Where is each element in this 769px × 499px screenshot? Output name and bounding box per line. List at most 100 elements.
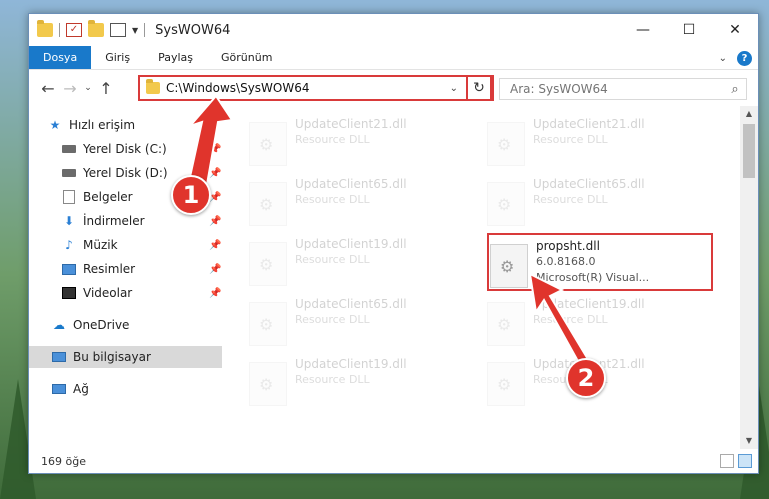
properties-check-icon[interactable]: ✓ (66, 23, 82, 37)
file-name: UpdateClient19.dll (295, 357, 407, 371)
disk-icon (61, 142, 77, 156)
scroll-up-icon[interactable]: ▲ (740, 106, 758, 122)
navigation-pane: ★ Hızlı erişim Yerel Disk (C:) 📌 Yerel D… (29, 106, 225, 449)
forward-button[interactable]: → (59, 79, 81, 98)
details-view-icon[interactable] (720, 454, 734, 468)
dll-file-icon (487, 362, 525, 406)
file-name: UpdateClient19.dll (533, 297, 645, 311)
file-item[interactable]: UpdateClient19.dll Resource DLL (249, 356, 469, 416)
sidebar-item-local-disk-d[interactable]: Yerel Disk (D:) (61, 162, 168, 184)
help-icon[interactable]: ? (737, 50, 752, 66)
minimize-button[interactable]: — (620, 14, 666, 46)
sidebar-item-downloads[interactable]: ⬇ İndirmeler (61, 210, 145, 232)
ribbon-right: ⌄ ? (719, 46, 752, 70)
dll-file-icon (487, 182, 525, 226)
computer-icon (51, 350, 67, 364)
sidebar-item-music[interactable]: ♪ Müzik (61, 234, 118, 256)
up-button[interactable]: ↑ (95, 79, 117, 98)
file-item[interactable]: UpdateClient65.dll Resource DLL (249, 296, 469, 356)
file-name: UpdateClient65.dll (295, 177, 407, 191)
new-folder-icon[interactable] (88, 20, 104, 37)
folder-icon (146, 79, 160, 94)
sidebar-item-label: Müzik (83, 238, 118, 252)
file-description: Resource DLL (295, 313, 370, 326)
file-description: Resource DLL (295, 193, 370, 206)
search-icon[interactable]: ⌕ (724, 82, 746, 97)
sidebar-item-pictures[interactable]: Resimler (61, 258, 135, 280)
documents-icon (61, 190, 77, 204)
file-item[interactable]: UpdateClient65.dll Resource DLL (249, 176, 469, 236)
callout-step-1: 1 (171, 175, 211, 215)
pin-icon[interactable]: 📌 (209, 240, 221, 251)
address-path[interactable]: C:\Windows\SysWOW64 (166, 81, 450, 95)
customize-dropdown-icon[interactable]: ▼ (132, 26, 138, 35)
file-description: Resource DLL (533, 313, 608, 326)
file-item[interactable]: UpdateClient19.dll Resource DLL (487, 296, 707, 356)
pictures-icon (61, 262, 77, 276)
file-item[interactable]: UpdateClient65.dll Resource DLL (487, 176, 707, 236)
sidebar-item-videos[interactable]: Videolar (61, 282, 132, 304)
scroll-down-icon[interactable]: ▼ (740, 433, 758, 449)
file-description: Resource DLL (533, 193, 608, 206)
sidebar-item-onedrive[interactable]: ☁ OneDrive (51, 314, 129, 336)
navigation-bar: ← → ⌄ ↑ C:\Windows\SysWOW64 ⌄ ↻ ⌕ (29, 70, 758, 106)
pin-icon[interactable]: 📌 (209, 264, 221, 275)
highlight-box (487, 233, 713, 291)
folder-icon (37, 20, 53, 37)
dll-file-icon (249, 242, 287, 286)
sidebar-item-this-pc[interactable]: Bu bilgisayar (29, 346, 222, 368)
maximize-button[interactable]: ☐ (666, 14, 712, 46)
address-dropdown-icon[interactable]: ⌄ (450, 83, 458, 94)
file-item[interactable]: UpdateClient21.dll Resource DLL (249, 116, 469, 176)
sidebar-item-quick-access[interactable]: ★ Hızlı erişim (47, 114, 135, 136)
sidebar-item-network[interactable]: Ağ (51, 378, 89, 400)
search-input[interactable] (510, 82, 724, 96)
dll-file-icon (249, 362, 287, 406)
vertical-scrollbar[interactable]: ▲ ▼ (740, 106, 758, 449)
sidebar-item-label: İndirmeler (83, 214, 145, 228)
callout-step-2: 2 (566, 358, 606, 398)
view-buttons (720, 454, 752, 468)
dll-file-icon (487, 302, 525, 346)
file-item[interactable]: UpdateClient21.dll Resource DLL (487, 116, 707, 176)
pin-icon[interactable]: 📌 (209, 216, 221, 227)
back-button[interactable]: ← (37, 79, 59, 98)
quick-access-toolbar: ✓ ▼ (29, 20, 146, 37)
close-button[interactable]: ✕ (712, 14, 758, 46)
download-icon: ⬇ (63, 214, 75, 228)
cloud-icon: ☁ (53, 318, 65, 332)
sidebar-item-label: Belgeler (83, 190, 133, 204)
pin-icon[interactable]: 📌 (209, 168, 221, 179)
recent-locations-button[interactable]: ⌄ (81, 83, 95, 93)
sidebar-item-label: Ağ (73, 382, 89, 396)
window-title: SysWOW64 (155, 22, 231, 38)
file-description: Resource DLL (533, 133, 608, 146)
sidebar-item-label: Yerel Disk (D:) (83, 166, 168, 180)
sidebar-item-label: Bu bilgisayar (73, 350, 151, 364)
large-icons-view-icon[interactable] (738, 454, 752, 468)
pin-icon[interactable]: 📌 (209, 288, 221, 299)
dll-file-icon (249, 122, 287, 166)
sidebar-item-documents[interactable]: Belgeler (61, 186, 133, 208)
refresh-button[interactable]: ↻ (466, 75, 492, 101)
scroll-thumb[interactable] (743, 124, 755, 178)
tab-home[interactable]: Giriş (91, 46, 144, 69)
item-count: 169 öğe (41, 454, 86, 468)
customize-icon[interactable] (110, 23, 126, 37)
search-box[interactable]: ⌕ (499, 78, 747, 100)
explorer-window: ✓ ▼ SysWOW64 — ☐ ✕ Dosya Giriş Paylaş Gö… (28, 13, 759, 474)
pin-icon[interactable]: 📌 (209, 144, 221, 155)
sidebar-item-label: Videolar (83, 286, 133, 300)
file-name: UpdateClient65.dll (533, 177, 645, 191)
address-bar[interactable]: C:\Windows\SysWOW64 ⌄ (138, 75, 494, 101)
file-item[interactable]: UpdateClient19.dll Resource DLL (249, 236, 469, 296)
expand-ribbon-icon[interactable]: ⌄ (719, 53, 727, 64)
toolbar-divider (144, 23, 146, 37)
main-area: ★ Hızlı erişim Yerel Disk (C:) 📌 Yerel D… (29, 106, 758, 449)
tab-view[interactable]: Görünüm (207, 46, 286, 69)
toolbar-divider (59, 23, 60, 37)
tab-file[interactable]: Dosya (29, 46, 92, 69)
file-description: Resource DLL (295, 373, 370, 386)
tab-share[interactable]: Paylaş (144, 46, 207, 69)
sidebar-item-local-disk-c[interactable]: Yerel Disk (C:) (61, 138, 167, 160)
